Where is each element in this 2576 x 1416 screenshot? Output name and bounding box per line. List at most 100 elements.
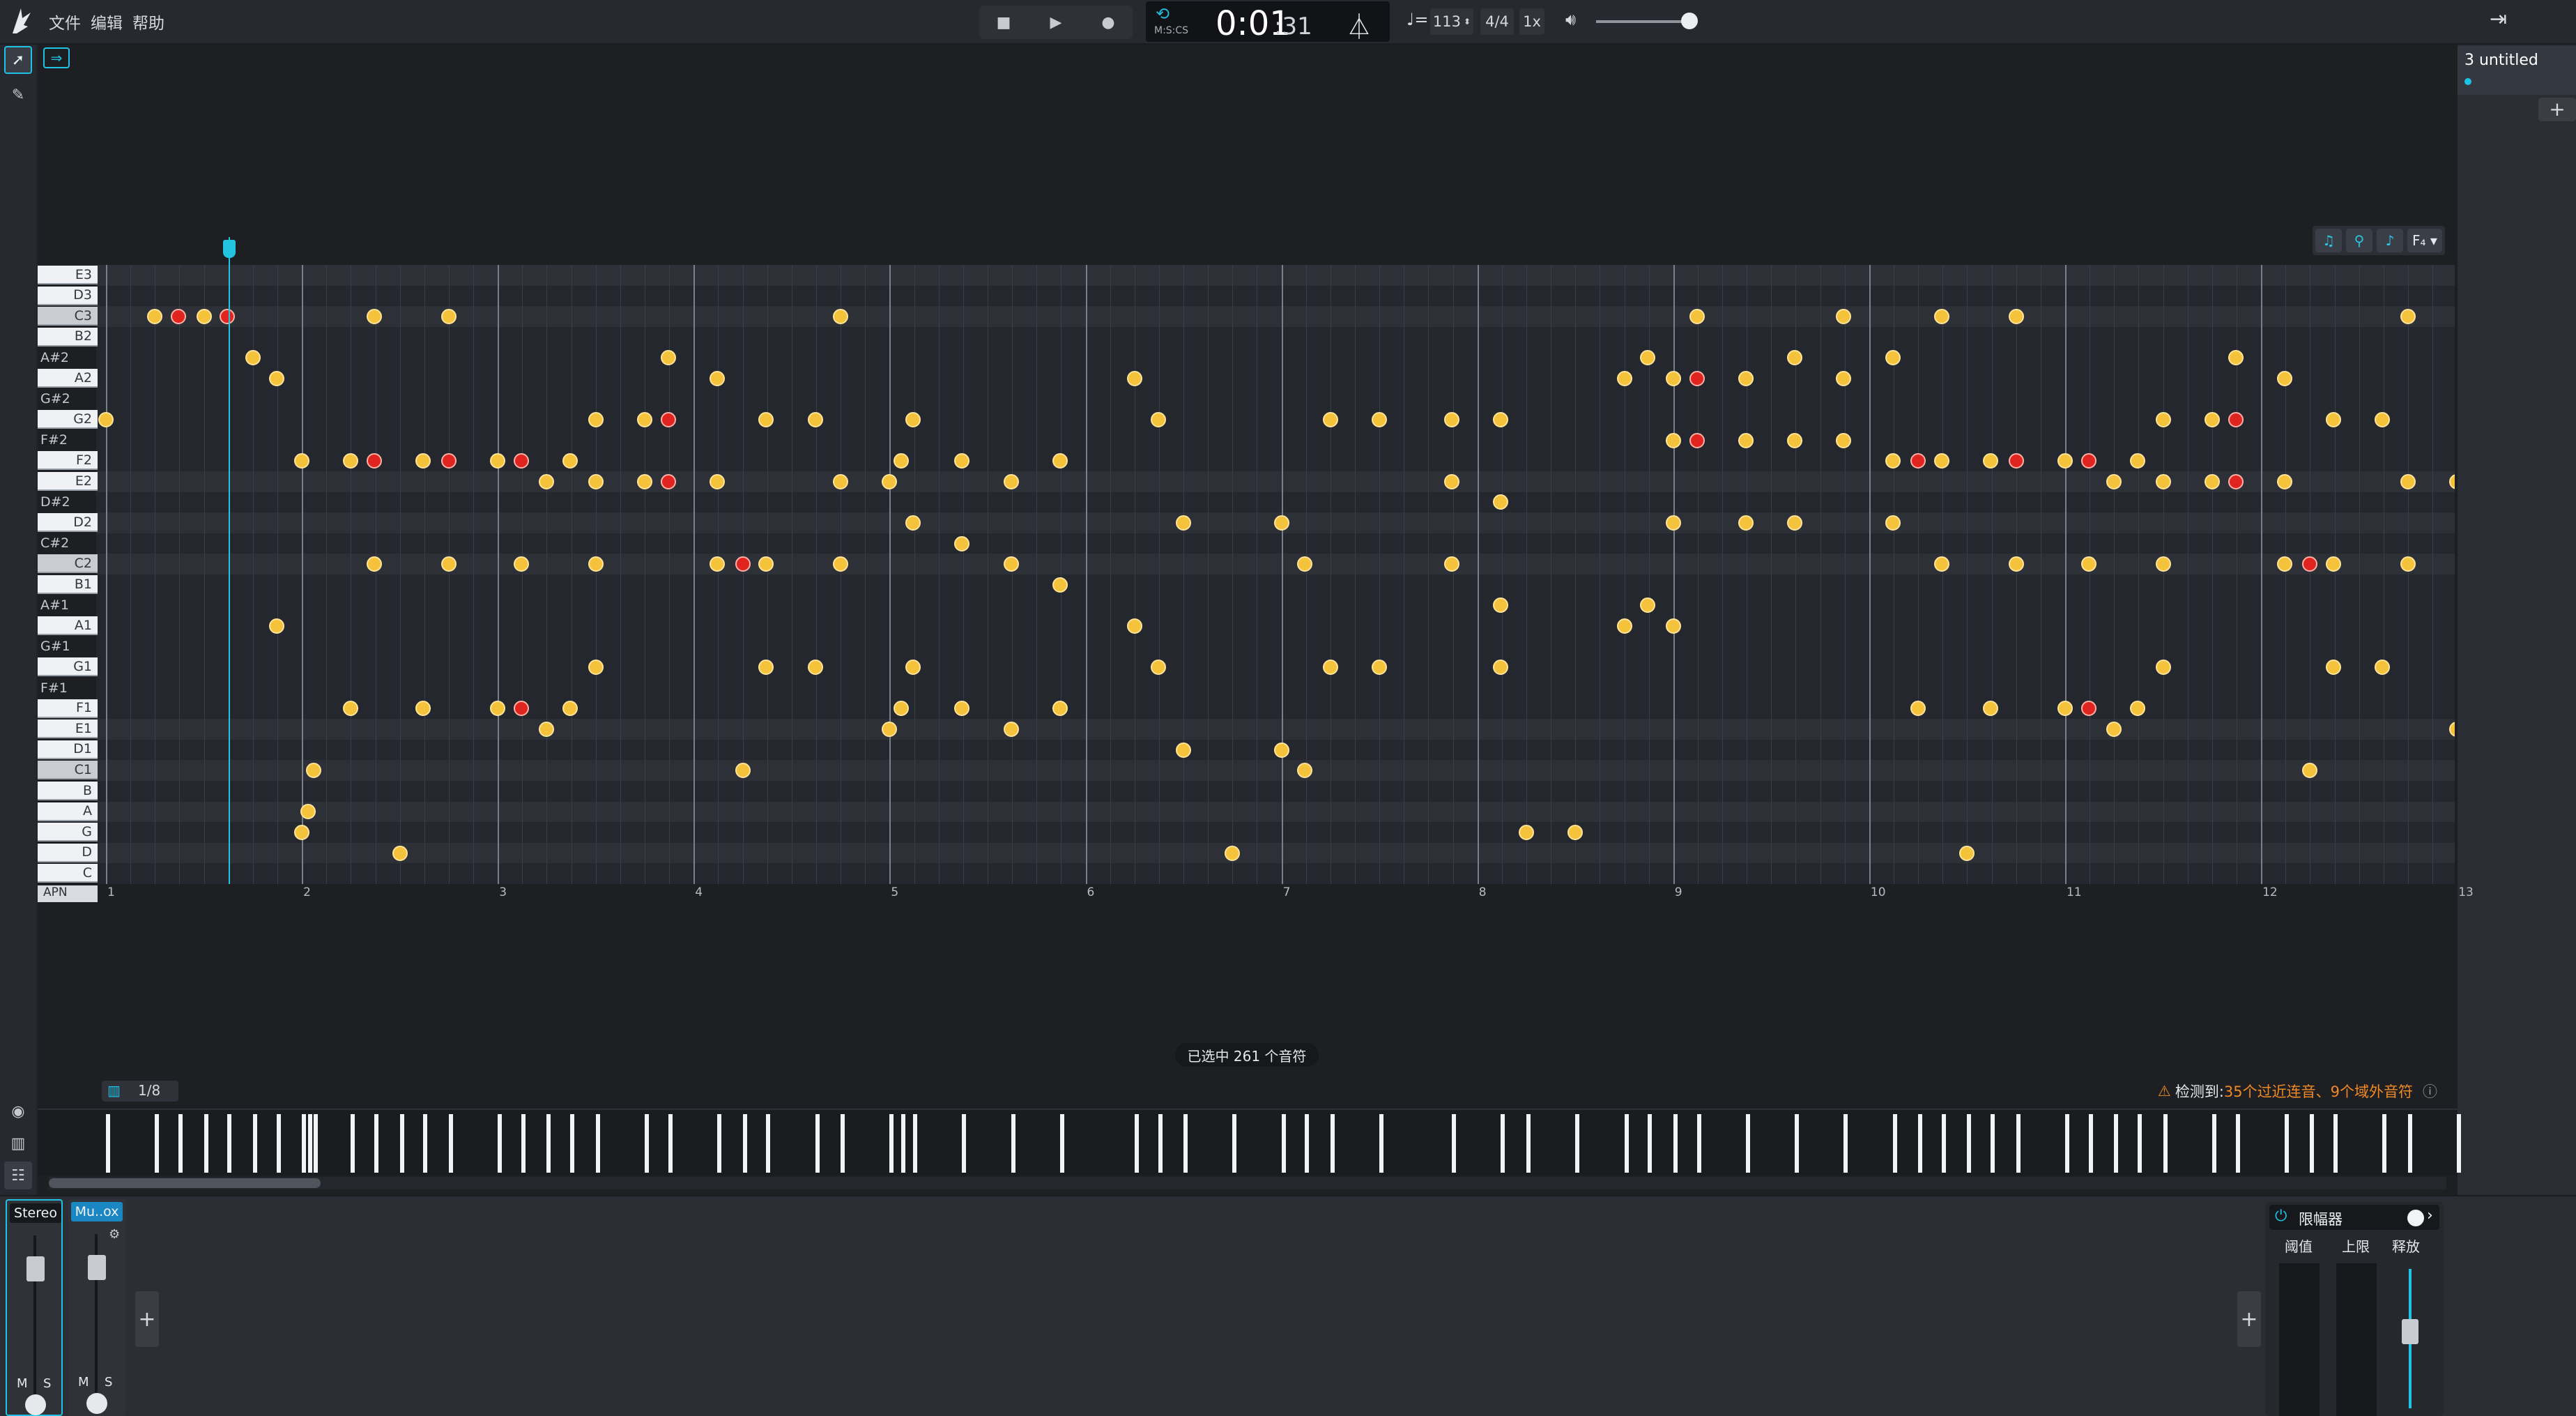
playhead[interactable] (229, 237, 230, 884)
note[interactable] (1225, 845, 1241, 861)
note[interactable] (305, 763, 321, 779)
note[interactable] (710, 370, 726, 386)
note[interactable] (807, 412, 823, 427)
note[interactable] (637, 412, 653, 427)
note-warning[interactable] (2080, 701, 2096, 717)
piano-key[interactable]: B2 (38, 327, 98, 347)
piano-key[interactable]: C3 (38, 307, 98, 326)
piano-key[interactable]: G#2 (38, 390, 98, 409)
note[interactable] (513, 556, 529, 572)
record-button[interactable]: ● (1084, 6, 1133, 39)
visibility-button[interactable]: ◉ (4, 1097, 32, 1125)
note[interactable] (2400, 556, 2416, 572)
note[interactable] (1616, 370, 1632, 386)
note[interactable] (905, 515, 921, 531)
note-overview[interactable] (38, 1109, 2462, 1175)
note[interactable] (1738, 370, 1754, 386)
threshold-meter[interactable] (2279, 1263, 2320, 1416)
note-warning[interactable] (1689, 432, 1705, 448)
note[interactable] (1959, 845, 1975, 861)
project-item[interactable]: 3 untitled (2455, 46, 2576, 95)
note[interactable] (392, 845, 408, 861)
note[interactable] (833, 473, 849, 489)
note[interactable] (1003, 473, 1019, 489)
note[interactable] (710, 473, 726, 489)
note[interactable] (637, 473, 653, 489)
quantize-selector[interactable]: ▥ 1/8 (102, 1081, 178, 1102)
add-channel-button[interactable]: + (135, 1291, 159, 1347)
note[interactable] (1444, 473, 1460, 489)
piano-key[interactable]: C (38, 864, 98, 883)
piano-view-button[interactable]: ▥ (4, 1129, 32, 1157)
note[interactable] (833, 309, 849, 324)
note[interactable] (2080, 556, 2096, 572)
warning-bar[interactable]: ⚠ 检测到: 35个过近连音、9个域外音符 ⓘ (2158, 1079, 2451, 1103)
note[interactable] (905, 412, 921, 427)
key-select-button[interactable]: F₄ ▾ (2407, 229, 2442, 252)
note[interactable] (1933, 556, 1949, 572)
note[interactable] (1126, 370, 1142, 386)
note[interactable] (1787, 432, 1803, 448)
stereo-fader[interactable] (26, 1256, 45, 1281)
note[interactable] (588, 556, 604, 572)
note[interactable] (807, 660, 823, 676)
note[interactable] (2276, 473, 2292, 489)
note[interactable] (588, 412, 604, 427)
note[interactable] (1885, 515, 1901, 531)
note-warning[interactable] (660, 473, 676, 489)
speed-button[interactable]: 1x (1519, 8, 1544, 35)
note-warning[interactable] (2228, 473, 2244, 489)
note[interactable] (2400, 309, 2416, 324)
info-icon[interactable]: ⓘ (2423, 1081, 2437, 1102)
mute-button[interactable]: M (17, 1376, 28, 1391)
note[interactable] (2276, 370, 2292, 386)
note[interactable] (1322, 412, 1338, 427)
note[interactable] (1885, 350, 1901, 366)
note-warning[interactable] (171, 309, 186, 324)
note[interactable] (588, 660, 604, 676)
piano-key[interactable]: A (38, 802, 98, 821)
pan-knob[interactable] (25, 1394, 46, 1415)
note[interactable] (1616, 618, 1632, 634)
mute-notes-button[interactable]: ♪ (2377, 229, 2403, 252)
note[interactable] (2008, 309, 2024, 324)
note[interactable] (2228, 350, 2244, 366)
note[interactable] (1665, 618, 1681, 634)
note[interactable] (268, 618, 284, 634)
note[interactable] (2008, 556, 2024, 572)
note[interactable] (98, 412, 114, 427)
note[interactable] (1176, 515, 1192, 531)
piano-key[interactable]: D#2 (38, 493, 98, 512)
note-view-button[interactable]: ♫ (2315, 229, 2342, 252)
note[interactable] (2155, 412, 2171, 427)
note[interactable] (1322, 660, 1338, 676)
piano-key[interactable]: E1 (38, 720, 98, 739)
time-display[interactable]: ⟲ M:S:CS 0:01 :31 ⏃ (1146, 1, 1390, 43)
note-warning[interactable] (660, 412, 676, 427)
note[interactable] (2155, 556, 2171, 572)
note[interactable] (1689, 309, 1705, 324)
piano-key[interactable]: C1 (38, 761, 98, 780)
play-button[interactable]: ▶ (1032, 6, 1080, 39)
note[interactable] (1150, 412, 1166, 427)
pencil-tool-button[interactable]: ✎ (4, 81, 32, 109)
note[interactable] (196, 309, 212, 324)
note[interactable] (1150, 660, 1166, 676)
piano-key[interactable]: D1 (38, 740, 98, 759)
note[interactable] (2155, 660, 2171, 676)
note[interactable] (1372, 412, 1388, 427)
horizontal-scrollbar[interactable] (49, 1177, 2446, 1189)
piano-key[interactable]: F#2 (38, 431, 98, 450)
piano-key[interactable]: F1 (38, 699, 98, 718)
piano-key[interactable]: A1 (38, 616, 98, 636)
note[interactable] (1518, 825, 1534, 840)
note[interactable] (1933, 309, 1949, 324)
magnet-button[interactable]: ⚲ (2346, 229, 2372, 252)
note[interactable] (2204, 412, 2220, 427)
note[interactable] (1933, 453, 1949, 469)
playhead-handle[interactable] (223, 240, 236, 258)
power-icon[interactable]: ⏻ (2275, 1208, 2287, 1225)
note-grid[interactable] (96, 265, 2455, 884)
piano-key[interactable]: C#2 (38, 534, 98, 553)
piano-key[interactable]: B1 (38, 575, 98, 594)
